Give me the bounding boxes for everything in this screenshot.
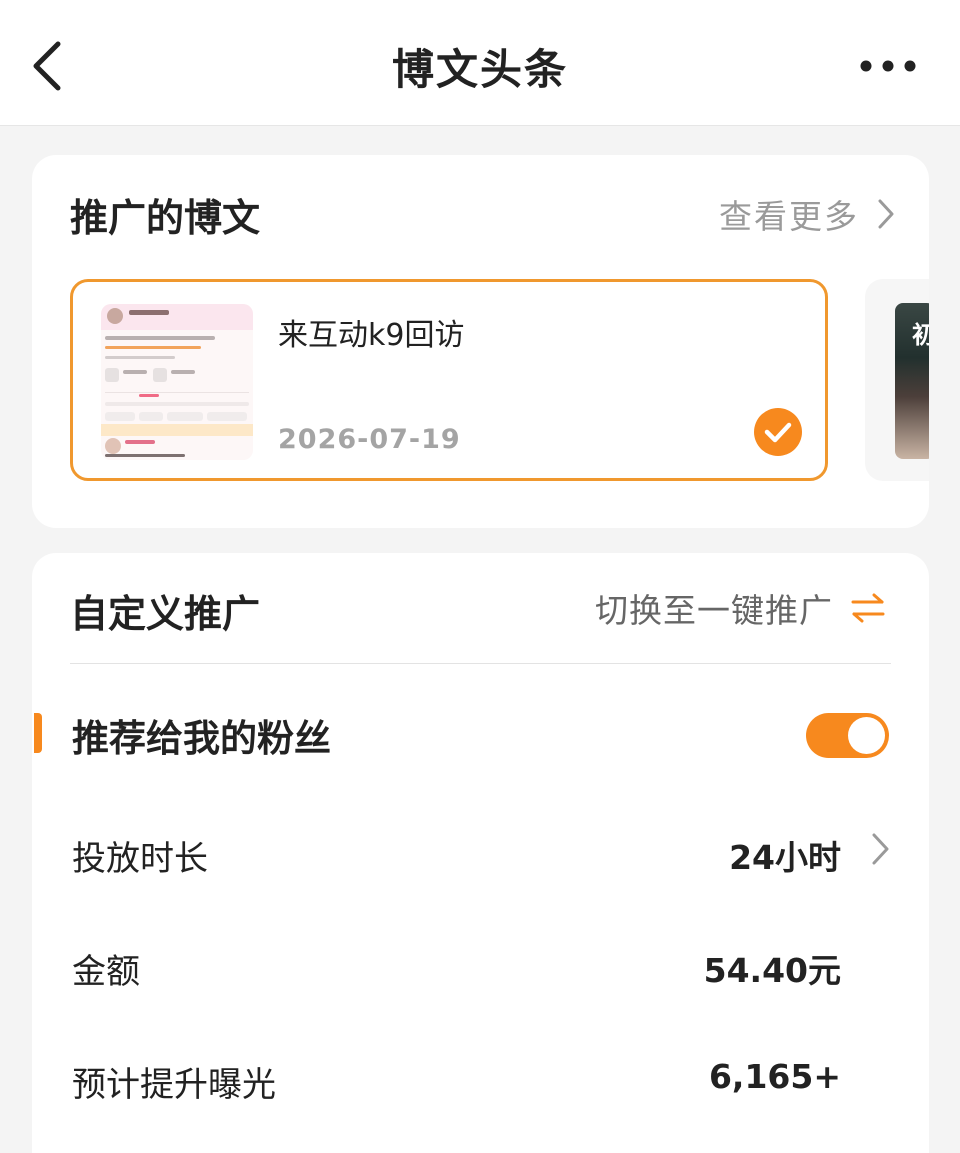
exposure-value: 6,165+ (708, 1057, 841, 1096)
toggle-knob (848, 717, 885, 754)
selected-post-item[interactable]: 来互动k9回访 2026-07-19 (70, 279, 828, 481)
see-more-label: 查看更多 (719, 197, 859, 236)
section-accent-bar (34, 713, 42, 753)
check-circle-icon (754, 408, 802, 456)
post-title: 来互动k9回访 (278, 318, 465, 353)
more-dots-icon (860, 60, 916, 72)
switch-mode-label: 切换至一键推广 (595, 591, 833, 630)
next-post-item[interactable]: 初 (865, 279, 929, 481)
amount-label: 金额 (72, 952, 140, 992)
nav-bar: 博文头条 (0, 0, 960, 126)
post-thumbnail (101, 304, 253, 460)
see-more-link[interactable]: 查看更多 (719, 189, 895, 239)
swap-arrows-icon (851, 593, 885, 623)
section-divider (70, 663, 891, 664)
exposure-label: 预计提升曝光 (72, 1065, 276, 1105)
custom-promo-title: 自定义推广 (70, 592, 261, 636)
post-date: 2026-07-19 (278, 424, 461, 455)
fans-toggle-switch[interactable] (806, 713, 889, 758)
promoted-posts-title: 推广的博文 (70, 196, 261, 240)
chevron-right-icon (872, 833, 889, 865)
fans-toggle-label: 推荐给我的粉丝 (72, 717, 331, 760)
promoted-posts-card: 推广的博文 查看更多 来互动k9回访 2026-07-19 初 (32, 155, 929, 528)
amount-value: 54.40元 (703, 951, 841, 990)
page-title: 博文头条 (391, 45, 568, 94)
more-button[interactable] (858, 48, 922, 84)
duration-label: 投放时长 (72, 839, 208, 879)
next-post-peek-text: 初 (912, 321, 929, 349)
duration-value: 24小时 (729, 838, 841, 877)
chevron-right-icon (878, 199, 894, 229)
custom-promo-card: 自定义推广 切换至一键推广 推荐给我的粉丝 投放时长 24小时 金额 54.40… (32, 553, 929, 1153)
switch-one-click-promo-button[interactable]: 切换至一键推广 (595, 583, 885, 633)
